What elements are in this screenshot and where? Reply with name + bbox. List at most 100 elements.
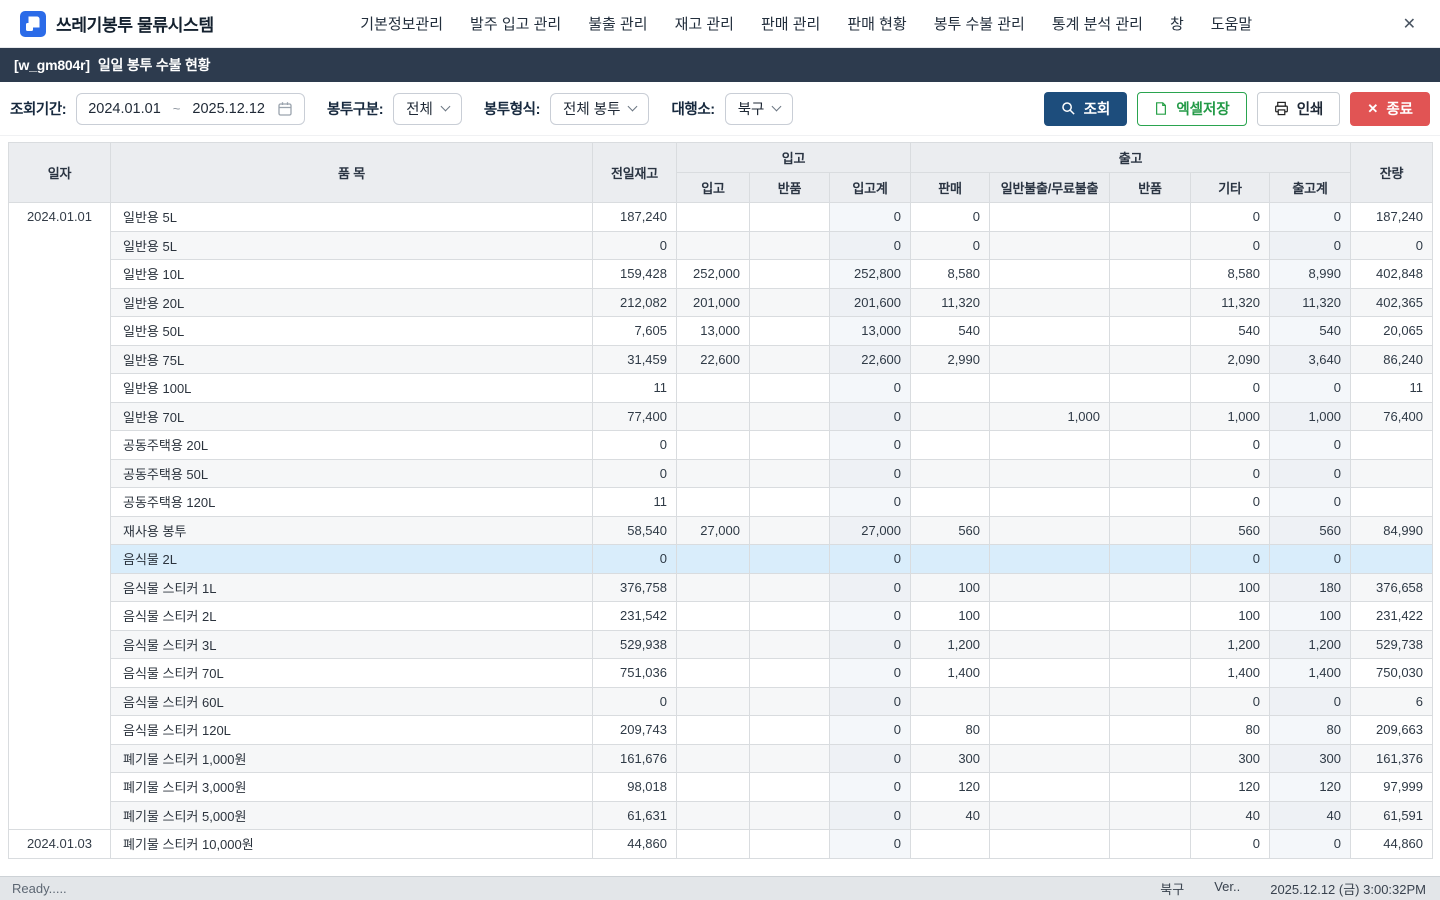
date-range-input[interactable]: 2024.01.01 ~ 2025.12.12	[76, 93, 305, 125]
value-cell: 540	[1191, 317, 1270, 346]
value-cell	[677, 431, 750, 460]
table-row[interactable]: 음식물 스티커 120L209,7430808080209,663	[9, 716, 1433, 745]
menu-item[interactable]: 판매 관리	[761, 13, 820, 34]
value-cell	[990, 374, 1110, 403]
table-row[interactable]: 2024.01.03폐기물 스티커 10,000원44,86000044,860	[9, 830, 1433, 859]
value-cell: 20,065	[1351, 317, 1433, 346]
date-cell: 2024.01.03	[9, 830, 111, 859]
page-title: 일일 봉투 수불 현황	[98, 55, 211, 75]
value-cell	[990, 659, 1110, 688]
status-ready-text: Ready.....	[12, 881, 67, 896]
table-row[interactable]: 일반용 10L159,428252,000252,8008,5808,5808,…	[9, 260, 1433, 289]
menu-item[interactable]: 통계 분석 관리	[1052, 13, 1143, 34]
value-cell: 11,320	[911, 288, 990, 317]
col-group-outgoing: 출고	[911, 143, 1351, 173]
value-cell: 0	[830, 744, 911, 773]
table-row[interactable]: 공동주택용 120L11000	[9, 488, 1433, 517]
menu-item[interactable]: 도움말	[1211, 13, 1252, 34]
table-row[interactable]: 공동주택용 20L0000	[9, 431, 1433, 460]
value-cell	[911, 459, 990, 488]
value-cell: 97,999	[1351, 773, 1433, 802]
table-row[interactable]: 음식물 2L0000	[9, 545, 1433, 574]
value-cell: 0	[1270, 374, 1351, 403]
value-cell: 100	[1191, 602, 1270, 631]
close-button-label: 종료	[1386, 98, 1413, 119]
value-cell: 8,580	[911, 260, 990, 289]
table-row[interactable]: 일반용 100L1100011	[9, 374, 1433, 403]
table-row[interactable]: 공동주택용 50L0000	[9, 459, 1433, 488]
menu-item[interactable]: 봉투 수불 관리	[934, 13, 1025, 34]
value-cell	[1110, 545, 1191, 574]
value-cell: 751,036	[593, 659, 677, 688]
col-header-date: 일자	[9, 143, 111, 203]
item-cell: 일반용 10L	[111, 260, 593, 289]
item-cell: 일반용 5L	[111, 203, 593, 232]
table-row[interactable]: 일반용 75L31,45922,60022,6002,9902,0903,640…	[9, 345, 1433, 374]
value-cell: 0	[1191, 830, 1270, 859]
value-cell: 0	[830, 773, 911, 802]
value-cell: 1,200	[1270, 630, 1351, 659]
value-cell	[1110, 488, 1191, 517]
calendar-icon[interactable]	[277, 101, 293, 117]
window-close-icon[interactable]: ✕	[1399, 14, 1420, 34]
value-cell	[750, 516, 830, 545]
table-row[interactable]: 2024.01.01일반용 5L187,2400000187,240	[9, 203, 1433, 232]
excel-file-icon	[1154, 101, 1168, 116]
bag-type-select[interactable]: 전체	[393, 93, 462, 125]
value-cell	[1110, 345, 1191, 374]
item-cell: 음식물 스티커 3L	[111, 630, 593, 659]
value-cell	[1110, 687, 1191, 716]
date-cell: 2024.01.01	[9, 203, 111, 830]
value-cell	[990, 459, 1110, 488]
grid-container: 일자 품 목 전일재고 입고 출고 잔량 입고 반품 입고계 판매 일반불출/무…	[0, 136, 1440, 876]
table-row[interactable]: 폐기물 스티커 1,000원161,6760300300300161,376	[9, 744, 1433, 773]
value-cell: 11,320	[1270, 288, 1351, 317]
table-row[interactable]: 음식물 스티커 3L529,93801,2001,2001,200529,738	[9, 630, 1433, 659]
col-header-in-return: 반품	[750, 173, 830, 203]
item-cell: 일반용 5L	[111, 231, 593, 260]
excel-save-button[interactable]: 엑셀저장	[1137, 92, 1246, 126]
value-cell: 1,000	[1191, 402, 1270, 431]
date-to-value[interactable]: 2025.12.12	[192, 101, 265, 117]
table-row[interactable]: 음식물 스티커 2L231,5420100100100231,422	[9, 602, 1433, 631]
value-cell	[911, 431, 990, 460]
table-row[interactable]: 폐기물 스티커 3,000원98,018012012012097,999	[9, 773, 1433, 802]
value-cell: 0	[830, 602, 911, 631]
value-cell: 0	[1191, 231, 1270, 260]
print-button[interactable]: 인쇄	[1257, 92, 1341, 126]
table-row[interactable]: 일반용 20L212,082201,000201,60011,32011,320…	[9, 288, 1433, 317]
value-cell	[990, 630, 1110, 659]
table-row[interactable]: 일반용 50L7,60513,00013,00054054054020,065	[9, 317, 1433, 346]
value-cell: 540	[911, 317, 990, 346]
table-row[interactable]: 음식물 스티커 60L00006	[9, 687, 1433, 716]
table-row[interactable]: 일반용 70L77,40001,0001,0001,00076,400	[9, 402, 1433, 431]
value-cell: 0	[593, 459, 677, 488]
menu-item[interactable]: 발주 입고 관리	[470, 13, 561, 34]
menu-item[interactable]: 불출 관리	[588, 13, 647, 34]
close-button[interactable]: ✕ 종료	[1350, 92, 1430, 126]
date-from-value[interactable]: 2024.01.01	[88, 101, 161, 117]
value-cell	[677, 459, 750, 488]
table-row[interactable]: 일반용 5L000000	[9, 231, 1433, 260]
table-row[interactable]: 재사용 봉투58,54027,00027,00056056056084,990	[9, 516, 1433, 545]
menu-item[interactable]: 기본정보관리	[360, 13, 443, 34]
value-cell: 77,400	[593, 402, 677, 431]
col-header-out-return: 반품	[1110, 173, 1191, 203]
agency-select[interactable]: 북구	[725, 93, 794, 125]
menu-item[interactable]: 재고 관리	[675, 13, 734, 34]
value-cell: 0	[830, 374, 911, 403]
value-cell: 529,938	[593, 630, 677, 659]
value-cell: 0	[1191, 374, 1270, 403]
value-cell: 8,990	[1270, 260, 1351, 289]
value-cell: 120	[911, 773, 990, 802]
table-row[interactable]: 음식물 스티커 1L376,7580100100180376,658	[9, 573, 1433, 602]
table-row[interactable]: 폐기물 스티커 5,000원61,631040404061,591	[9, 801, 1433, 830]
search-button[interactable]: 조회	[1044, 92, 1128, 126]
col-header-etc: 기타	[1191, 173, 1270, 203]
table-row[interactable]: 음식물 스티커 70L751,03601,4001,4001,400750,03…	[9, 659, 1433, 688]
status-version: Ver..	[1214, 879, 1240, 898]
value-cell: 201,600	[830, 288, 911, 317]
bag-format-select[interactable]: 전체 봉투	[550, 93, 649, 125]
menu-item[interactable]: 판매 현황	[847, 13, 906, 34]
menu-item[interactable]: 창	[1170, 13, 1184, 34]
